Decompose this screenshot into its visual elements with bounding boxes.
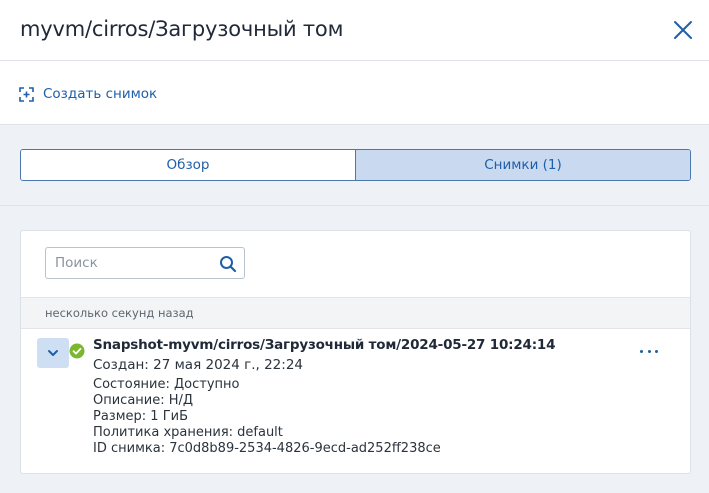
group-header: несколько секунд назад	[21, 297, 690, 329]
search-button[interactable]	[218, 254, 238, 274]
create-snapshot-label: Создать снимок	[43, 86, 158, 102]
snapshot-description: Описание: Н/Д	[93, 393, 194, 408]
expand-button[interactable]	[37, 338, 69, 368]
dialog-header: myvm/cirros/Загрузочный том	[0, 0, 709, 61]
more-horizontal-icon	[640, 349, 643, 353]
close-icon	[674, 21, 692, 39]
search-icon	[220, 256, 237, 273]
create-snapshot-button[interactable]: Создать снимок	[19, 84, 157, 104]
snapshot-id: ID снимка: 7c0d8b89-2534-4826-9ecd-ad252…	[93, 441, 441, 456]
snapshot-add-icon	[19, 86, 34, 102]
snapshot-created: Создан: 27 мая 2024 г., 22:24	[93, 357, 303, 373]
snapshot-size: Размер: 1 ГиБ	[93, 409, 188, 424]
tab-overview[interactable]: Обзор	[21, 150, 355, 180]
snapshot-name: Snapshot-myvm/cirros/Загрузочный том/202…	[93, 337, 556, 353]
group-label: несколько секунд назад	[45, 306, 194, 320]
list-item: Snapshot-myvm/cirros/Загрузочный том/202…	[21, 329, 690, 473]
chevron-down-icon	[48, 350, 58, 356]
search-box	[45, 247, 245, 279]
dialog-title: myvm/cirros/Загрузочный том	[20, 17, 344, 41]
snapshots-panel: несколько секунд назад Snapshot-myvm/cir…	[20, 230, 691, 474]
more-actions-button[interactable]	[637, 343, 661, 359]
toolbar: Создать снимок	[0, 61, 709, 125]
snapshot-retention: Политика хранения: default	[93, 425, 283, 440]
section-divider	[0, 205, 709, 206]
snapshot-state: Состояние: Доступно	[93, 377, 240, 392]
snapshot-details: Состояние: Доступно Описание: Н/Д Размер…	[93, 377, 441, 457]
check-circle-icon	[69, 343, 85, 359]
tab-bar: Обзор Снимки (1)	[20, 149, 691, 181]
close-button[interactable]	[670, 17, 696, 43]
search-input[interactable]	[46, 248, 216, 278]
tab-snapshots[interactable]: Снимки (1)	[355, 150, 690, 180]
